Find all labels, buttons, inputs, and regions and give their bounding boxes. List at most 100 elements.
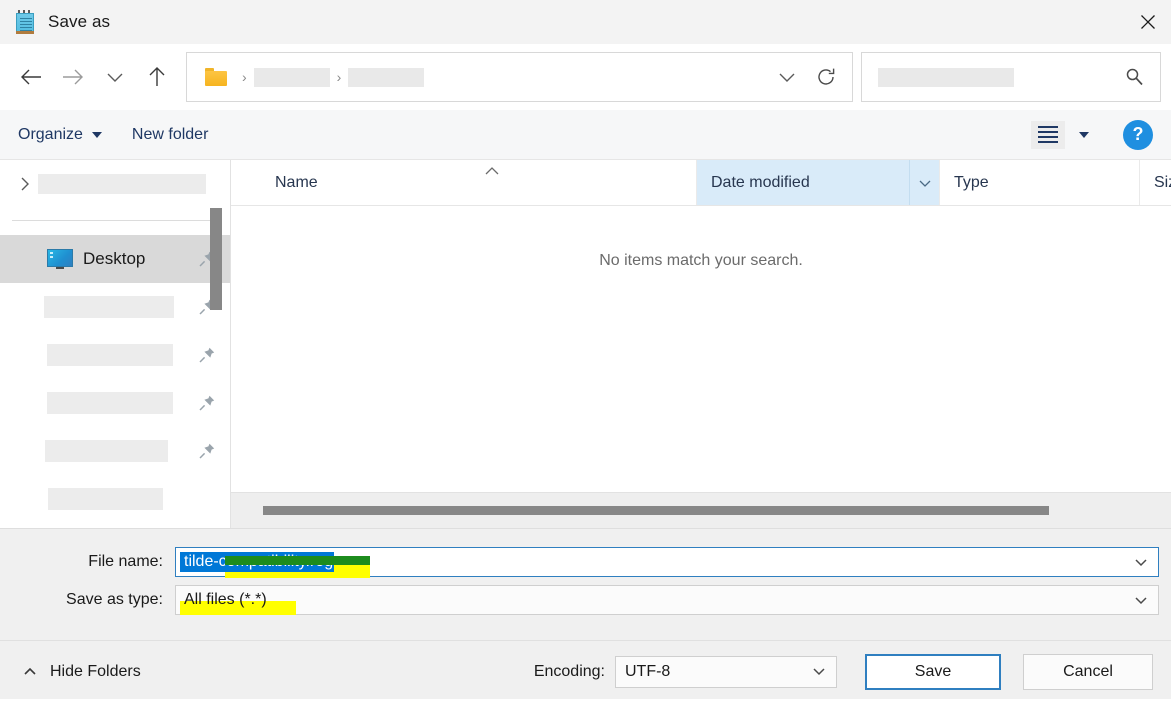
breadcrumb-segment-1[interactable] [253, 67, 330, 87]
hide-folders-button[interactable]: Hide Folders [22, 663, 141, 681]
column-header-label: Type [954, 173, 989, 191]
sidebar-item[interactable] [0, 379, 230, 427]
chevron-down-icon [813, 668, 825, 676]
save-as-type-label: Save as type: [66, 591, 163, 608]
help-icon: ? [1132, 124, 1144, 144]
sidebar-item-label [47, 344, 173, 366]
sidebar-item-label: Desktop [83, 249, 146, 268]
column-header-date-modified[interactable]: Date modified [697, 160, 940, 205]
sidebar-divider [12, 220, 218, 221]
sidebar-item-label [48, 488, 163, 510]
forward-button[interactable] [52, 56, 94, 98]
navigation-bar: › › [0, 44, 1171, 110]
arrow-right-icon [63, 69, 83, 85]
search-box[interactable] [861, 52, 1161, 102]
file-name-label: File name: [88, 553, 163, 570]
address-dropdown-button[interactable] [768, 54, 806, 100]
view-dropdown-button[interactable] [1079, 131, 1089, 138]
save-as-dialog: Save as › › Organize New folder ? Deskto… [0, 0, 1171, 702]
window-title: Save as [48, 12, 111, 31]
file-list-panel: Name Date modified Type Siz No [230, 160, 1171, 528]
chevron-down-icon [919, 180, 930, 187]
arrow-left-icon [21, 69, 41, 85]
desktop-monitor-icon [47, 249, 73, 269]
cancel-button[interactable]: Cancel [1023, 653, 1153, 690]
file-name-dropdown-button[interactable] [1124, 548, 1158, 576]
column-header-name[interactable]: Name [231, 160, 697, 205]
file-name-combobox[interactable]: tilde-compatibility.reg [175, 547, 1159, 577]
chevron-down-icon [91, 131, 102, 138]
chevron-down-icon [107, 73, 123, 82]
chevron-up-icon [22, 666, 38, 677]
column-header-row: Name Date modified Type Siz [231, 160, 1171, 206]
content-area: Desktop Name Date modified Type Si No it… [0, 160, 1171, 528]
save-as-type-combobox[interactable]: All files (*.*) [175, 585, 1159, 615]
encoding-dropdown-button[interactable] [802, 657, 836, 687]
search-input[interactable] [878, 67, 1014, 87]
sort-ascending-icon [483, 164, 501, 182]
save-as-type-row: Save as type: All files (*.*) [0, 585, 1171, 615]
chevron-down-icon [1135, 596, 1147, 604]
back-button[interactable] [10, 56, 52, 98]
arrow-up-icon [149, 67, 165, 86]
recent-locations-button[interactable] [94, 56, 136, 98]
column-header-label: Siz [1154, 173, 1171, 191]
file-name-input[interactable]: tilde-compatibility.reg [180, 552, 335, 572]
sidebar-scrollbar-thumb[interactable] [210, 208, 222, 310]
save-button[interactable]: Save [865, 653, 1001, 690]
horizontal-scrollbar-thumb[interactable] [263, 506, 1049, 515]
file-name-section: File name: tilde-compatibility.reg Save … [0, 528, 1171, 640]
chevron-down-icon [1135, 558, 1147, 566]
column-header-type[interactable]: Type [940, 160, 1140, 205]
sidebar-tree-item[interactable] [0, 160, 230, 208]
view-mode-button[interactable] [1031, 120, 1065, 149]
sidebar-item-desktop[interactable]: Desktop [0, 235, 230, 283]
column-header-size[interactable]: Siz [1140, 160, 1171, 205]
refresh-icon [818, 68, 835, 85]
folder-icon [205, 68, 227, 86]
new-folder-button[interactable]: New folder [132, 126, 208, 144]
sidebar-item[interactable] [0, 283, 230, 331]
column-filter-dropdown[interactable] [909, 160, 939, 205]
file-list-horizontal-scrollbar[interactable] [231, 492, 1171, 528]
up-button[interactable] [136, 56, 178, 98]
close-icon [1141, 15, 1155, 29]
save-as-type-dropdown-button[interactable] [1124, 586, 1158, 614]
new-folder-label: New folder [131, 125, 209, 143]
encoding-value: UTF-8 [625, 662, 671, 680]
notepad-icon [14, 10, 36, 34]
sidebar-item-label [45, 440, 168, 462]
sidebar-item[interactable] [0, 427, 230, 475]
sidebar-item-label [47, 392, 173, 414]
refresh-button[interactable] [806, 54, 846, 100]
toolbar-right-group: ? [1031, 119, 1153, 150]
column-header-label: Name [275, 173, 318, 191]
breadcrumb-segment-2[interactable] [348, 67, 425, 87]
hide-folders-label: Hide Folders [50, 662, 141, 680]
encoding-combobox[interactable]: UTF-8 [615, 655, 837, 688]
sidebar-tree-label [38, 174, 206, 194]
help-button[interactable]: ? [1123, 119, 1153, 150]
breadcrumb-separator: › [336, 69, 342, 85]
close-button[interactable] [1125, 0, 1171, 44]
sidebar-item[interactable] [0, 475, 230, 523]
address-bar[interactable]: › › [186, 52, 853, 102]
command-toolbar: Organize New folder ? [0, 110, 1171, 160]
encoding-label: Encoding: [533, 662, 605, 680]
dialog-footer: Hide Folders Encoding: UTF-8 Save Cancel [0, 640, 1171, 702]
organize-button[interactable]: Organize [18, 126, 102, 144]
empty-state-message: No items match your search. [599, 252, 803, 269]
sidebar-item[interactable] [0, 331, 230, 379]
cancel-button-label: Cancel [1063, 662, 1113, 680]
navigation-sidebar: Desktop [0, 160, 230, 528]
breadcrumb-separator: › [242, 69, 247, 85]
encoding-group: Encoding: UTF-8 Save Cancel [533, 653, 1153, 690]
search-icon[interactable] [1124, 67, 1144, 87]
chevron-down-icon [779, 73, 795, 82]
list-view-icon [1038, 123, 1058, 146]
chevron-right-icon[interactable] [12, 176, 38, 192]
file-name-row: File name: tilde-compatibility.reg [0, 547, 1171, 577]
save-as-type-value: All files (*.*) [184, 591, 267, 608]
column-header-label: Date modified [711, 173, 810, 191]
save-button-label: Save [914, 662, 952, 680]
